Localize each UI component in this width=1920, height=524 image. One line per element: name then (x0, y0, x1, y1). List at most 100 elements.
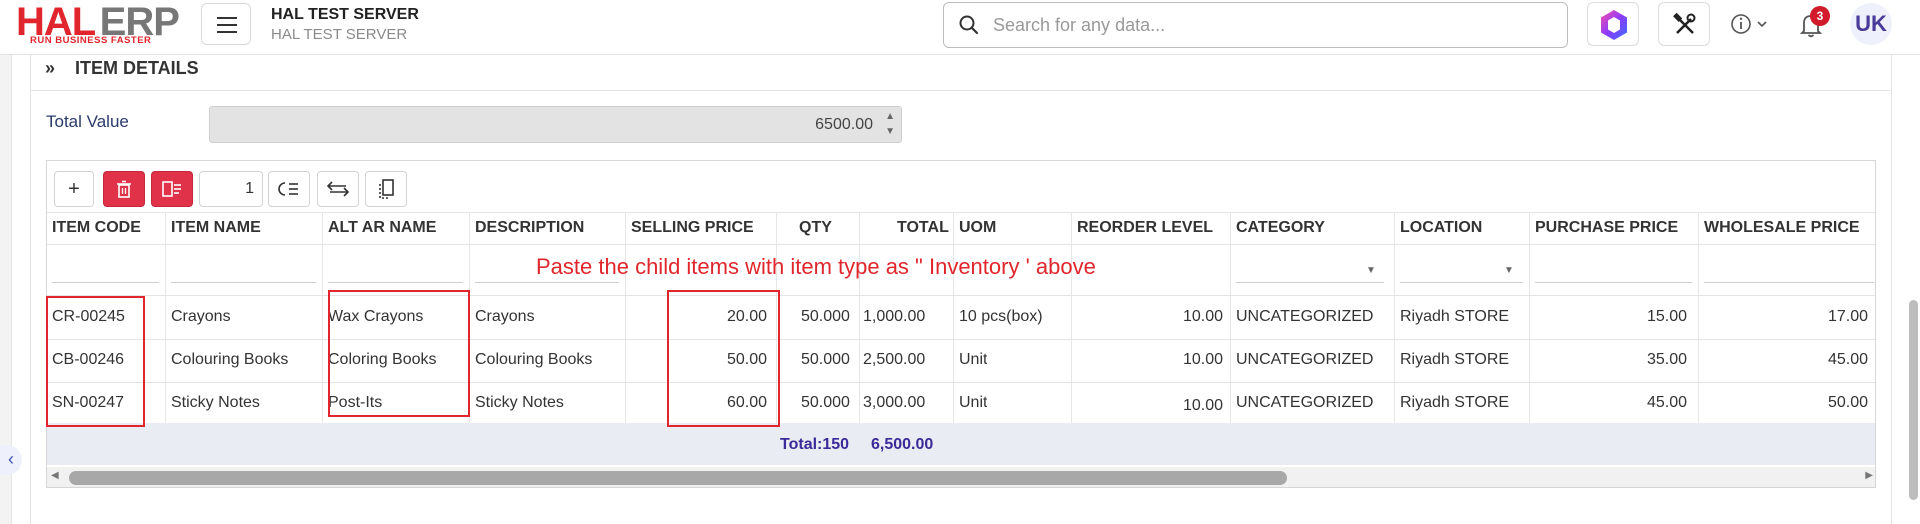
row-order-button[interactable] (268, 171, 310, 207)
cell-reorder-level[interactable]: 10.00 (1183, 397, 1223, 415)
filter-wholesale-price[interactable] (1704, 255, 1874, 283)
server-info: HAL TEST SERVER HAL TEST SERVER (271, 5, 419, 45)
top-bar: HAL ERP RUN BUSINESS FASTER HAL TEST SER… (0, 0, 1920, 55)
copy-rows-button[interactable] (365, 171, 407, 207)
page-scrollbar[interactable] (1909, 300, 1918, 500)
column-divider (165, 213, 166, 433)
column-header-alt-ar-name[interactable]: ALT AR NAME (328, 219, 436, 237)
info-icon (1731, 14, 1767, 34)
column-divider (1394, 213, 1395, 433)
column-header-uom[interactable]: UOM (959, 219, 996, 237)
cell-wholesale-price[interactable]: 45.00 (1828, 351, 1868, 369)
swap-button[interactable] (317, 171, 359, 207)
cell-uom[interactable]: 10 pcs(box) (959, 308, 1043, 326)
column-header-wholesale-price[interactable]: WHOLESALE PRICE (1704, 219, 1860, 237)
search-input[interactable]: Search for any data... (993, 15, 1165, 36)
cell-qty[interactable]: 50.000 (801, 308, 850, 326)
scroll-right-icon[interactable]: ▶ (1865, 470, 1873, 481)
tools-icon (1673, 12, 1696, 34)
column-header-item-code[interactable]: ITEM CODE (52, 219, 141, 237)
cell-location[interactable]: Riyadh STORE (1400, 351, 1509, 369)
menu-toggle-button[interactable] (201, 3, 251, 45)
cell-purchase-price[interactable]: 15.00 (1647, 308, 1687, 326)
cell-wholesale-price[interactable]: 50.00 (1828, 394, 1868, 412)
cell-reorder-level[interactable]: 10.00 (1183, 351, 1223, 369)
app-launcher-button[interactable] (1587, 2, 1639, 46)
total-value-label: Total Value (46, 112, 129, 131)
row-divider (47, 339, 1875, 340)
chevron-down-icon[interactable]: ▼ (1366, 265, 1376, 276)
column-header-reorder-level[interactable]: REORDER LEVEL (1077, 219, 1213, 237)
column-divider (625, 213, 626, 433)
delete-row-button[interactable] (103, 171, 145, 207)
cell-purchase-price[interactable]: 35.00 (1647, 351, 1687, 369)
filter-category[interactable] (1236, 255, 1384, 283)
filter-item-code[interactable] (52, 255, 159, 283)
cell-reorder-level[interactable]: 10.00 (1183, 308, 1223, 326)
double-chevron-right-icon: » (45, 58, 56, 78)
totals-row (47, 423, 1875, 465)
cell-uom[interactable]: Unit (959, 394, 987, 412)
highlight-selling-price (667, 290, 780, 427)
trash-icon (117, 180, 131, 198)
cell-description[interactable]: Crayons (475, 308, 535, 326)
page-size-field[interactable]: 1 (199, 171, 263, 207)
qty-total: Total:150 (780, 436, 850, 453)
cell-description[interactable]: Colouring Books (475, 351, 592, 369)
chevron-down-icon[interactable]: ▼ (1504, 265, 1514, 276)
cell-total: 3,000.00 (863, 394, 926, 411)
cell-qty[interactable]: 50.000 (801, 351, 850, 369)
chevron-left-icon: ‹ (8, 449, 14, 469)
column-header-item-name[interactable]: ITEM NAME (171, 219, 261, 237)
column-header-total[interactable]: TOTAL (897, 219, 949, 237)
instruction-note: Paste the child items with item type as … (536, 254, 1096, 279)
horizontal-scrollbar[interactable]: ◀ ▶ (47, 467, 1875, 487)
spinner-arrows-icon[interactable]: ▲ ▼ (885, 109, 895, 139)
notification-count-badge: 3 (1810, 6, 1830, 26)
help-menu[interactable] (1730, 12, 1774, 42)
column-header-qty[interactable]: QTY (799, 219, 832, 237)
filter-purchase-price[interactable] (1535, 255, 1692, 283)
server-title: HAL TEST SERVER (271, 6, 419, 23)
cell-category[interactable]: UNCATEGORIZED (1236, 351, 1373, 369)
cell-purchase-price[interactable]: 45.00 (1647, 394, 1687, 412)
column-header-selling-price[interactable]: SELLING PRICE (631, 219, 754, 237)
cell-category[interactable]: UNCATEGORIZED (1236, 394, 1373, 412)
filter-alt-ar-name[interactable] (328, 255, 463, 283)
cell-description[interactable]: Sticky Notes (475, 394, 564, 412)
column-divider (1230, 213, 1231, 433)
copy-icon (379, 179, 394, 199)
scroll-left-icon[interactable]: ◀ (51, 470, 59, 481)
hal-erp-logo[interactable]: HAL ERP RUN BUSINESS FASTER (16, 2, 186, 46)
column-divider (953, 213, 954, 433)
highlight-alt-ar-name (328, 290, 470, 417)
cell-item-name[interactable]: Colouring Books (171, 351, 288, 369)
column-header-purchase-price[interactable]: PURCHASE PRICE (1535, 219, 1678, 237)
divider (30, 90, 1892, 91)
tools-button[interactable] (1658, 2, 1710, 46)
global-search[interactable]: Search for any data... (943, 2, 1568, 48)
delete-all-rows-button[interactable] (151, 171, 193, 207)
grand-total: 6,500.00 (871, 436, 934, 453)
cell-qty[interactable]: 50.000 (801, 394, 850, 412)
cell-uom[interactable]: Unit (959, 351, 987, 369)
add-row-button[interactable]: + (54, 171, 94, 207)
swap-arrows-icon (326, 181, 350, 197)
column-header-category[interactable]: CATEGORY (1236, 219, 1325, 237)
logo-tagline: RUN BUSINESS FASTER (30, 35, 152, 46)
collapse-sidebar-tab[interactable]: ‹ (0, 445, 22, 475)
scrollbar-thumb[interactable] (69, 471, 1287, 485)
column-header-description[interactable]: DESCRIPTION (475, 219, 584, 237)
section-header[interactable]: » ITEM DETAILS (45, 58, 199, 79)
cell-total: 2,500.00 (863, 351, 926, 368)
cell-location[interactable]: Riyadh STORE (1400, 394, 1509, 412)
cell-item-name[interactable]: Sticky Notes (171, 394, 260, 412)
cell-item-name[interactable]: Crayons (171, 308, 231, 326)
column-header-location[interactable]: LOCATION (1400, 219, 1482, 237)
server-subtitle: HAL TEST SERVER (271, 26, 408, 43)
filter-item-name[interactable] (171, 255, 316, 283)
cell-wholesale-price[interactable]: 17.00 (1828, 308, 1868, 326)
cell-location[interactable]: Riyadh STORE (1400, 308, 1509, 326)
user-avatar[interactable]: UK (1850, 3, 1892, 45)
cell-category[interactable]: UNCATEGORIZED (1236, 308, 1373, 326)
